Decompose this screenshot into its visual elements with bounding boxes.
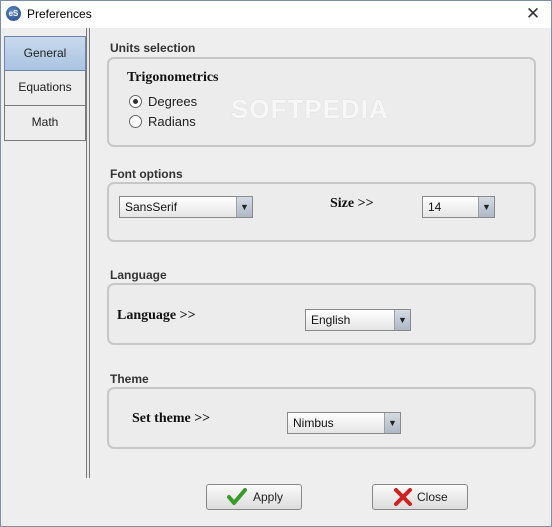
language-section-title: Language — [110, 268, 167, 282]
apply-label: Apply — [253, 490, 284, 504]
set-theme-label: Set theme >> — [132, 411, 211, 426]
chevron-down-icon[interactable]: ▼ — [394, 310, 410, 330]
theme-section-title: Theme — [110, 372, 149, 386]
tab-equations-label: Equations — [18, 80, 72, 94]
tab-general[interactable]: General — [4, 36, 86, 71]
dialog-content: General Equations Math Units selection T… — [1, 28, 551, 526]
language-label: Language >> — [117, 308, 196, 323]
title-bar: eS Preferences ✕ — [1, 1, 551, 28]
chevron-down-icon[interactable]: ▼ — [478, 197, 494, 217]
degrees-label: Degrees — [148, 94, 198, 109]
degrees-radio[interactable]: Degrees — [129, 94, 197, 109]
red-x-icon — [394, 488, 412, 506]
close-label: Close — [417, 490, 448, 504]
chevron-down-icon[interactable]: ▼ — [236, 197, 252, 217]
tab-math-label: Math — [31, 115, 59, 129]
tab-math[interactable]: Math — [4, 106, 86, 141]
window-title: Preferences — [27, 7, 92, 21]
font-size-value: 14 — [428, 200, 442, 214]
tab-equations[interactable]: Equations — [4, 71, 86, 106]
tab-panel-border — [86, 28, 90, 478]
tab-strip: General Equations Math — [4, 36, 86, 141]
font-family-select[interactable]: SansSerif ▼ — [119, 196, 253, 218]
units-section-title: Units selection — [110, 41, 196, 55]
language-group: Language >> English ▼ — [107, 283, 536, 345]
font-size-select[interactable]: 14 ▼ — [422, 196, 495, 218]
theme-value: Nimbus — [293, 416, 334, 430]
checkmark-icon — [227, 488, 247, 505]
font-size-label: Size >> — [330, 196, 374, 211]
font-section-title: Font options — [110, 167, 183, 181]
theme-group: Set theme >> Nimbus ▼ — [107, 387, 536, 449]
theme-select[interactable]: Nimbus ▼ — [287, 412, 401, 434]
language-select[interactable]: English ▼ — [305, 309, 411, 331]
font-family-value: SansSerif — [125, 200, 178, 214]
language-value: English — [311, 313, 351, 327]
radians-radio[interactable]: Radians — [129, 114, 196, 129]
app-icon: eS — [6, 6, 21, 21]
preferences-window: eS Preferences ✕ General Equations Math … — [0, 0, 552, 527]
close-button[interactable]: Close — [372, 484, 468, 510]
radians-label: Radians — [148, 114, 196, 129]
radio-unchecked-icon[interactable] — [129, 115, 142, 128]
trigonometrics-heading: Trigonometrics — [127, 70, 219, 85]
radio-checked-icon[interactable] — [129, 95, 142, 108]
window-close-icon[interactable]: ✕ — [523, 4, 543, 24]
apply-button[interactable]: Apply — [206, 484, 302, 510]
watermark: SOFTPEDIA — [231, 94, 389, 124]
tab-general-label: General — [23, 46, 67, 60]
font-group: SansSerif ▼ Size >> 14 ▼ — [107, 182, 536, 242]
chevron-down-icon[interactable]: ▼ — [384, 413, 400, 433]
